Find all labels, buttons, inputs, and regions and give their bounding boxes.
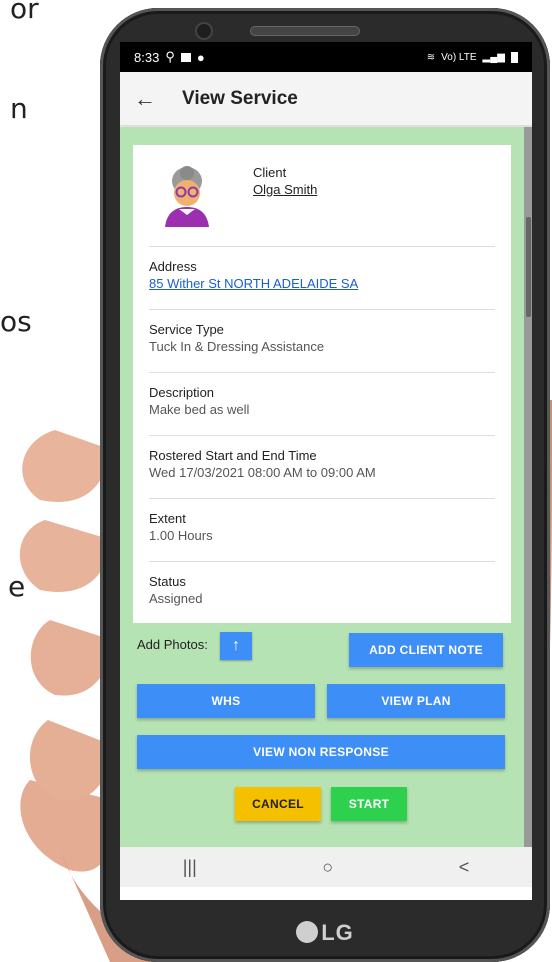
address-label: Address (149, 259, 197, 274)
home-icon[interactable]: ○ (322, 857, 333, 878)
location-icon: ⚲ (165, 49, 175, 64)
arrow-up-icon: ↑ (232, 637, 240, 654)
camera-icon (195, 22, 213, 40)
service-type-label: Service Type (149, 322, 224, 337)
rostered-time-field: Rostered Start and End Time Wed 17/03/20… (149, 436, 495, 499)
notification-icon (180, 52, 191, 62)
status-label: Status (149, 574, 186, 589)
page-title: View Service (182, 87, 298, 109)
client-label: Client (253, 165, 287, 180)
add-photos-label: Add Photos: (137, 637, 208, 652)
cancel-button[interactable]: CANCEL (235, 787, 321, 821)
speaker-grille (250, 26, 360, 36)
back-nav-icon[interactable]: < (459, 857, 470, 878)
recents-icon[interactable]: ||| (183, 857, 197, 878)
brand-logo: LG (100, 920, 550, 946)
extent-field: Extent 1.00 Hours (149, 499, 495, 562)
description-label: Description (149, 385, 215, 400)
client-avatar-icon (165, 166, 209, 227)
rostered-time-value: Wed 17/03/2021 08:00 AM to 09:00 AM (149, 465, 376, 480)
view-plan-button[interactable]: VIEW PLAN (327, 684, 505, 718)
wifi-icon: ≋ (426, 51, 436, 63)
description-field: Description Make bed as well (149, 373, 495, 436)
description-value: Make bed as well (149, 402, 250, 417)
start-button[interactable]: START (331, 787, 407, 821)
extent-label: Extent (149, 511, 186, 526)
arrow-left-icon[interactable]: ← (134, 86, 168, 112)
status-value: Assigned (149, 591, 203, 606)
upload-photo-button[interactable]: ↑ (220, 632, 252, 660)
phone-screen: 8:33 ⚲ ● ≋ Vo) LTE ▂▄▆ ← View Service Cl… (120, 42, 532, 900)
status-bar: 8:33 ⚲ ● ≋ Vo) LTE ▂▄▆ (120, 42, 532, 72)
bottom-strip (120, 887, 532, 900)
battery-icon (511, 51, 518, 63)
signal-icon: ▂▄▆ (482, 51, 505, 63)
status-field: Status Assigned (149, 562, 495, 625)
client-row: Client Olga Smith (149, 145, 495, 247)
service-details-card: Client Olga Smith Address 85 Wither St N… (133, 145, 511, 623)
client-name-link[interactable]: Olga Smith (253, 182, 317, 197)
android-nav-bar: ||| ○ < (120, 847, 532, 887)
service-type-field: Service Type Tuck In & Dressing Assistan… (149, 310, 495, 373)
app-bar: ← View Service (120, 72, 532, 126)
view-non-response-button[interactable]: VIEW NON RESPONSE (137, 735, 505, 769)
lg-circle-icon (296, 921, 319, 943)
account-icon: ● (196, 49, 205, 65)
address-link[interactable]: 85 Wither St NORTH ADELAIDE SA (149, 276, 495, 291)
brand-label: LG (321, 920, 354, 945)
service-content: Client Olga Smith Address 85 Wither St N… (120, 127, 524, 847)
address-field: Address 85 Wither St NORTH ADELAIDE SA (149, 247, 495, 310)
add-client-note-button[interactable]: ADD CLIENT NOTE (349, 633, 503, 667)
scrollbar[interactable] (524, 127, 532, 847)
rostered-time-label: Rostered Start and End Time (149, 448, 317, 463)
service-type-value: Tuck In & Dressing Assistance (149, 339, 325, 354)
whs-button[interactable]: WHS (137, 684, 315, 718)
scrollbar-thumb[interactable] (526, 217, 531, 317)
network-label: Vo) LTE (441, 51, 477, 63)
extent-value: 1.00 Hours (149, 528, 213, 543)
status-time: 8:33 (134, 49, 160, 65)
